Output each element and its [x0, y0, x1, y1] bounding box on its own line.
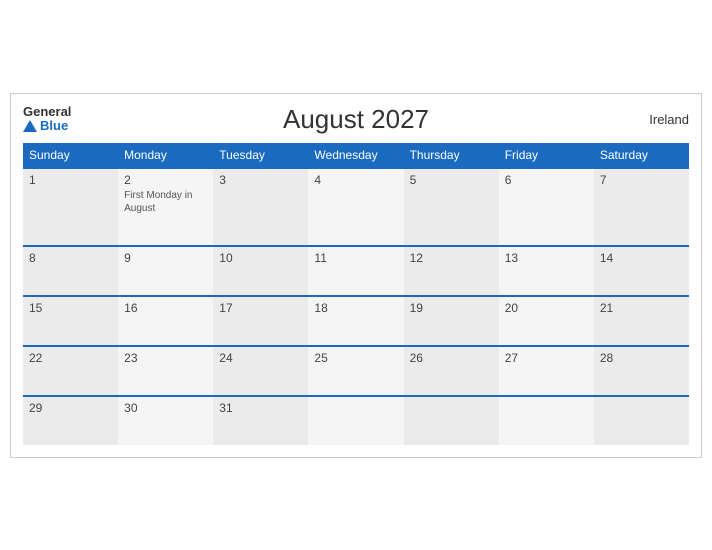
day-number: 16	[124, 301, 207, 315]
holiday-text: First Monday in August	[124, 189, 207, 215]
day-cell: 11	[308, 246, 403, 296]
day-cell: 21	[594, 296, 689, 346]
day-number: 10	[219, 251, 302, 265]
day-number: 9	[124, 251, 207, 265]
day-number: 23	[124, 351, 207, 365]
weekday-header-monday: Monday	[118, 143, 213, 168]
day-number: 6	[505, 173, 588, 187]
country-label: Ireland	[649, 112, 689, 127]
day-cell: 2 First Monday in August	[118, 168, 213, 246]
day-number: 29	[29, 401, 112, 415]
day-number: 14	[600, 251, 683, 265]
day-cell: 29	[23, 396, 118, 445]
day-cell: 6	[499, 168, 594, 246]
week-row-3: 15 16 17 18 19 20 21	[23, 296, 689, 346]
day-cell: 18	[308, 296, 403, 346]
day-cell: 24	[213, 346, 308, 396]
logo-general-text: General	[23, 105, 71, 119]
day-cell: 16	[118, 296, 213, 346]
day-cell: 13	[499, 246, 594, 296]
day-cell: 8	[23, 246, 118, 296]
day-number: 12	[410, 251, 493, 265]
logo: General Blue	[23, 105, 71, 134]
day-number: 4	[314, 173, 397, 187]
day-number: 17	[219, 301, 302, 315]
day-cell: 9	[118, 246, 213, 296]
day-cell: 17	[213, 296, 308, 346]
logo-blue-text: Blue	[40, 119, 68, 133]
day-cell: 10	[213, 246, 308, 296]
day-cell: 22	[23, 346, 118, 396]
day-number: 27	[505, 351, 588, 365]
day-cell	[499, 396, 594, 445]
day-cell: 23	[118, 346, 213, 396]
day-number: 1	[29, 173, 112, 187]
day-number: 18	[314, 301, 397, 315]
day-number: 19	[410, 301, 493, 315]
day-number: 31	[219, 401, 302, 415]
calendar-table: SundayMondayTuesdayWednesdayThursdayFrid…	[23, 143, 689, 445]
day-cell: 27	[499, 346, 594, 396]
day-number: 22	[29, 351, 112, 365]
day-number: 21	[600, 301, 683, 315]
day-cell	[594, 396, 689, 445]
day-cell: 19	[404, 296, 499, 346]
day-cell: 28	[594, 346, 689, 396]
day-cell: 26	[404, 346, 499, 396]
day-number: 15	[29, 301, 112, 315]
day-cell	[308, 396, 403, 445]
day-cell: 12	[404, 246, 499, 296]
weekday-header-thursday: Thursday	[404, 143, 499, 168]
day-number: 30	[124, 401, 207, 415]
day-number: 25	[314, 351, 397, 365]
day-number: 20	[505, 301, 588, 315]
day-number: 7	[600, 173, 683, 187]
calendar-title: August 2027	[283, 104, 429, 135]
day-cell: 3	[213, 168, 308, 246]
day-cell: 14	[594, 246, 689, 296]
day-cell: 31	[213, 396, 308, 445]
day-cell: 15	[23, 296, 118, 346]
week-row-5: 29 30 31	[23, 396, 689, 445]
weekday-header-tuesday: Tuesday	[213, 143, 308, 168]
day-number: 28	[600, 351, 683, 365]
weekday-header-sunday: Sunday	[23, 143, 118, 168]
day-cell: 20	[499, 296, 594, 346]
weekday-header-row: SundayMondayTuesdayWednesdayThursdayFrid…	[23, 143, 689, 168]
day-number: 26	[410, 351, 493, 365]
logo-triangle-icon	[23, 120, 37, 132]
week-row-2: 89 10 11 12 13 14	[23, 246, 689, 296]
logo-blue-row: Blue	[23, 119, 68, 133]
day-number: 2	[124, 173, 207, 187]
day-number: 11	[314, 251, 397, 265]
day-number: 24	[219, 351, 302, 365]
day-number: 3	[219, 173, 302, 187]
day-cell: 4	[308, 168, 403, 246]
day-cell: 5	[404, 168, 499, 246]
weekday-header-friday: Friday	[499, 143, 594, 168]
day-number: 5	[410, 173, 493, 187]
week-row-4: 22 23 24 25 26 27 28	[23, 346, 689, 396]
week-row-1: 12 First Monday in August 34567	[23, 168, 689, 246]
calendar-header: General Blue August 2027 Ireland	[23, 104, 689, 135]
day-number: 8	[29, 251, 112, 265]
day-cell: 7	[594, 168, 689, 246]
weekday-header-wednesday: Wednesday	[308, 143, 403, 168]
day-cell: 30	[118, 396, 213, 445]
calendar-container: General Blue August 2027 Ireland SundayM…	[10, 93, 702, 458]
weekday-header-saturday: Saturday	[594, 143, 689, 168]
day-cell: 1	[23, 168, 118, 246]
day-cell: 25	[308, 346, 403, 396]
day-number: 13	[505, 251, 588, 265]
day-cell	[404, 396, 499, 445]
